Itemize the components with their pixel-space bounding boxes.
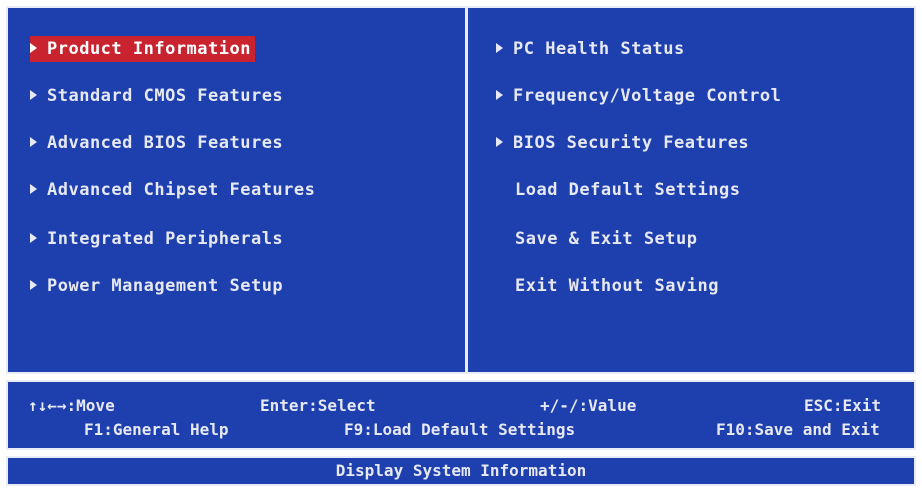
menu-item-power-management-setup[interactable]: Power Management Setup	[30, 273, 283, 299]
menu-item-load-default-settings[interactable]: Load Default Settings	[515, 177, 740, 203]
submenu-arrow-icon	[30, 90, 37, 100]
main-menu-panel: Product Information Standard CMOS Featur…	[6, 6, 916, 374]
menu-item-bios-security-features[interactable]: BIOS Security Features	[496, 130, 749, 156]
menu-item-label: Standard CMOS Features	[47, 86, 284, 106]
bios-screen: Product Information Standard CMOS Featur…	[0, 0, 922, 490]
menu-item-label: PC Health Status	[513, 39, 685, 59]
menu-item-advanced-bios-features[interactable]: Advanced BIOS Features	[30, 130, 283, 156]
submenu-arrow-icon	[30, 43, 37, 53]
key-help-general-help: F1:General Help	[84, 420, 229, 439]
key-help-panel: ↑↓←→:Move Enter:Select +/-/:Value ESC:Ex…	[6, 380, 916, 450]
menu-item-label: Integrated Peripherals	[47, 229, 284, 249]
key-help-load-defaults: F9:Load Default Settings	[344, 420, 576, 439]
menu-item-label: Advanced Chipset Features	[47, 180, 316, 200]
menu-item-label: Product Information	[47, 39, 251, 59]
menu-item-exit-without-saving[interactable]: Exit Without Saving	[515, 273, 719, 299]
submenu-arrow-icon	[496, 137, 503, 147]
menu-item-integrated-peripherals[interactable]: Integrated Peripherals	[30, 226, 283, 252]
key-help-move: ↑↓←→:Move	[28, 396, 115, 415]
menu-item-pc-health-status[interactable]: PC Health Status	[496, 36, 685, 62]
key-help-save-exit: F10:Save and Exit	[716, 420, 880, 439]
menu-item-label: BIOS Security Features	[513, 133, 750, 153]
menu-item-label: Load Default Settings	[515, 180, 741, 200]
submenu-arrow-icon	[30, 184, 37, 194]
menu-item-label: Advanced BIOS Features	[47, 133, 284, 153]
menu-item-label: Frequency/Voltage Control	[513, 86, 782, 106]
submenu-arrow-icon	[30, 137, 37, 147]
key-help-exit: ESC:Exit	[804, 396, 882, 415]
key-help-select: Enter:Select	[260, 396, 376, 415]
menu-item-label: Power Management Setup	[47, 276, 284, 296]
column-divider	[465, 8, 468, 372]
menu-item-standard-cmos-features[interactable]: Standard CMOS Features	[30, 83, 283, 109]
submenu-arrow-icon	[496, 43, 503, 53]
menu-item-frequency-voltage-control[interactable]: Frequency/Voltage Control	[496, 83, 781, 109]
menu-item-label: Save & Exit Setup	[515, 229, 698, 249]
submenu-arrow-icon	[30, 233, 37, 243]
menu-item-advanced-chipset-features[interactable]: Advanced Chipset Features	[30, 177, 315, 203]
submenu-arrow-icon	[496, 90, 503, 100]
menu-item-save-exit-setup[interactable]: Save & Exit Setup	[515, 226, 698, 252]
key-help-value: +/-/:Value	[540, 396, 637, 415]
menu-item-product-information[interactable]: Product Information	[30, 36, 255, 62]
submenu-arrow-icon	[30, 280, 37, 290]
menu-item-label: Exit Without Saving	[515, 276, 719, 296]
status-bar: Display System Information	[6, 456, 916, 486]
